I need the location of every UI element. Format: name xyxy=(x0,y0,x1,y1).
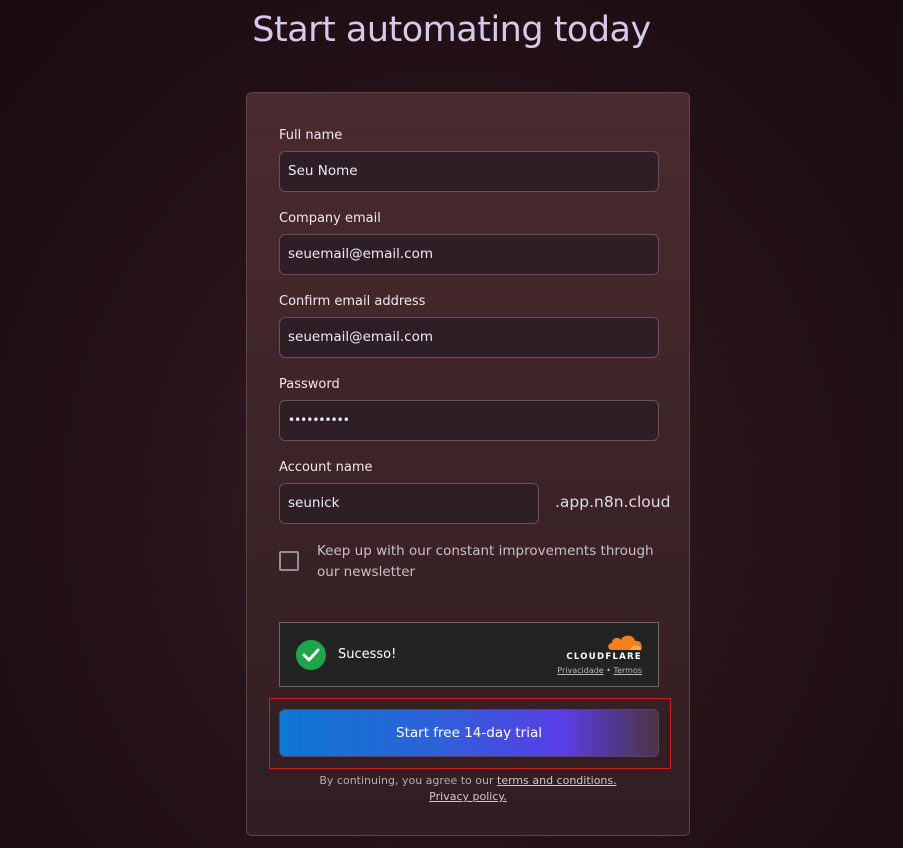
start-trial-button[interactable]: Start free 14-day trial xyxy=(279,709,659,757)
newsletter-checkbox[interactable] xyxy=(279,551,299,571)
terms-link[interactable]: terms and conditions. xyxy=(497,774,617,787)
captcha-links: Privacidade • Termos xyxy=(557,666,642,675)
account-name-input[interactable]: seunick xyxy=(279,483,539,524)
confirm-email-label: Confirm email address xyxy=(279,294,426,309)
full-name-input[interactable]: Seu Nome xyxy=(279,151,659,192)
signup-card: Full name Seu Nome Company email seuemai… xyxy=(246,92,690,836)
legal-notice: By continuing, you agree to our terms an… xyxy=(247,773,689,805)
company-email-input[interactable]: seuemail@email.com xyxy=(279,234,659,275)
cloudflare-captcha-widget[interactable]: Sucesso! CLOUDFLARE Privacidade • Termos xyxy=(279,622,659,687)
password-input[interactable]: •••••••••• xyxy=(279,400,659,441)
cloudflare-wordmark: CLOUDFLARE xyxy=(566,652,642,662)
cloudflare-logo-icon xyxy=(608,635,642,650)
password-label: Password xyxy=(279,377,340,392)
success-check-icon xyxy=(296,640,326,670)
captcha-privacy-link[interactable]: Privacidade xyxy=(557,666,603,675)
captcha-terms-link[interactable]: Termos xyxy=(614,666,642,675)
full-name-label: Full name xyxy=(279,128,343,143)
confirm-email-input[interactable]: seuemail@email.com xyxy=(279,317,659,358)
legal-prefix: By continuing, you agree to our xyxy=(319,774,494,787)
privacy-policy-link[interactable]: Privacy policy. xyxy=(429,790,507,803)
account-name-label: Account name xyxy=(279,460,373,475)
account-domain-suffix: .app.n8n.cloud xyxy=(555,493,671,511)
newsletter-label: Keep up with our constant improvements t… xyxy=(317,543,654,580)
page-heading: Start automating today xyxy=(252,10,651,50)
captcha-status-text: Sucesso! xyxy=(338,647,397,662)
company-email-label: Company email xyxy=(279,211,381,226)
captcha-links-separator: • xyxy=(606,666,611,675)
